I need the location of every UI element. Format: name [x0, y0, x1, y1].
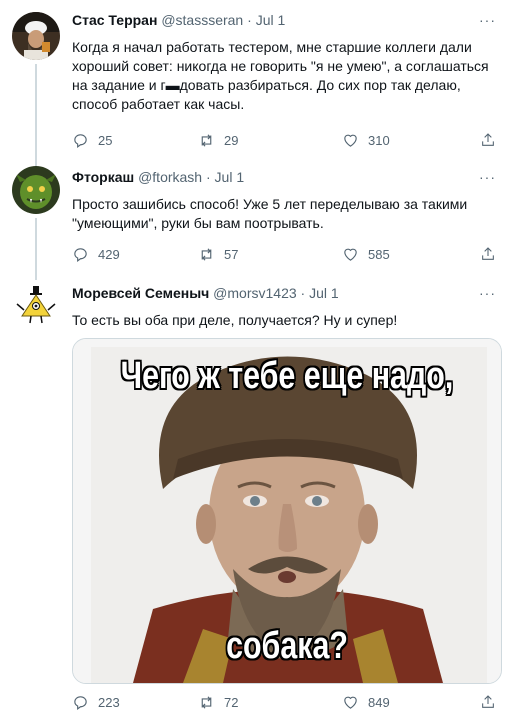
like-count: 585 [368, 247, 390, 262]
reply-count: 429 [98, 247, 120, 262]
share-button[interactable] [480, 694, 496, 710]
author-handle[interactable]: @stassseran [161, 12, 243, 28]
thread-line-bottom [35, 218, 37, 276]
separator: · [247, 12, 252, 28]
more-options-icon[interactable]: ··· [479, 12, 496, 28]
tweet-header: Моревсей Семеныч @morsv1423 · Jul 1 [72, 285, 498, 301]
heart-icon [344, 134, 357, 147]
reply-button[interactable]: 429 [72, 246, 120, 263]
avatar-ftorkash[interactable] [12, 166, 60, 214]
tweet-actions: 429 57 585 [72, 246, 502, 266]
reply-icon [74, 248, 87, 263]
thread-line [35, 64, 37, 160]
tweet-date[interactable]: Jul 1 [215, 169, 245, 185]
avatar-morevsei[interactable] [12, 280, 60, 328]
retweet-count: 72 [224, 695, 239, 710]
share-icon [482, 695, 494, 708]
retweet-icon [201, 696, 212, 709]
more-options-icon[interactable]: ··· [479, 285, 496, 301]
tweet-date[interactable]: Jul 1 [256, 12, 286, 28]
meme-top-caption: Чего ж тебе еще надо, [120, 355, 454, 397]
like-button[interactable]: 585 [342, 246, 390, 263]
reply-button[interactable]: 25 [72, 132, 112, 149]
tweet-1[interactable]: Стас Терран @stassseran · Jul 1 ··· Когд… [0, 0, 512, 160]
heart-icon [344, 696, 357, 709]
heart-icon [344, 248, 357, 261]
share-button[interactable] [480, 246, 496, 262]
retweet-button[interactable]: 29 [198, 132, 238, 149]
author-handle[interactable]: @ftorkash [138, 169, 202, 185]
retweet-button[interactable]: 57 [198, 246, 238, 263]
tweet-text: То есть вы оба при деле, получается? Ну … [72, 312, 398, 328]
like-count: 849 [368, 695, 390, 710]
share-icon [482, 247, 494, 260]
retweet-count: 29 [224, 133, 239, 148]
separator: · [300, 285, 306, 301]
tweet-2[interactable]: Фторкаш @ftorkash · Jul 1 ··· Просто заш… [0, 160, 512, 276]
more-options-icon[interactable]: ··· [479, 169, 496, 185]
reply-button[interactable]: 223 [72, 694, 120, 711]
tweet-actions: 25 29 310 [72, 132, 502, 152]
author-handle[interactable]: @morsv1423 [213, 285, 296, 301]
avatar-stas[interactable] [12, 12, 60, 60]
share-button[interactable] [480, 132, 496, 148]
like-button[interactable]: 310 [342, 132, 390, 149]
like-count: 310 [368, 133, 390, 148]
separator: · [205, 169, 211, 185]
reply-count: 25 [98, 133, 113, 148]
reply-icon [74, 696, 87, 711]
tweet-actions: 223 72 849 [72, 694, 502, 714]
meme-bottom-caption: собака? [226, 625, 348, 667]
retweet-button[interactable]: 72 [198, 694, 238, 711]
like-button[interactable]: 849 [342, 694, 390, 711]
tweet-media-image[interactable]: Чего ж тебе еще надо, собака? [72, 338, 502, 684]
tweet-date[interactable]: Jul 1 [309, 285, 339, 301]
tweet-header: Фторкаш @ftorkash · Jul 1 [72, 169, 498, 185]
author-name[interactable]: Фторкаш [72, 169, 134, 185]
author-name[interactable]: Моревсей Семеныч [72, 285, 209, 301]
tweet-text: Просто зашибись способ! Уже 5 лет переде… [72, 196, 468, 231]
tweet-header: Стас Терран @stassseran · Jul 1 [72, 12, 498, 28]
tweet-text: Когда я начал работать тестером, мне ста… [72, 39, 489, 112]
reply-icon [74, 134, 87, 149]
share-icon [482, 133, 494, 146]
retweet-count: 57 [224, 247, 239, 262]
retweet-icon [201, 248, 212, 261]
author-name[interactable]: Стас Терран [72, 12, 157, 28]
retweet-icon [201, 134, 212, 147]
reply-count: 223 [98, 695, 120, 710]
